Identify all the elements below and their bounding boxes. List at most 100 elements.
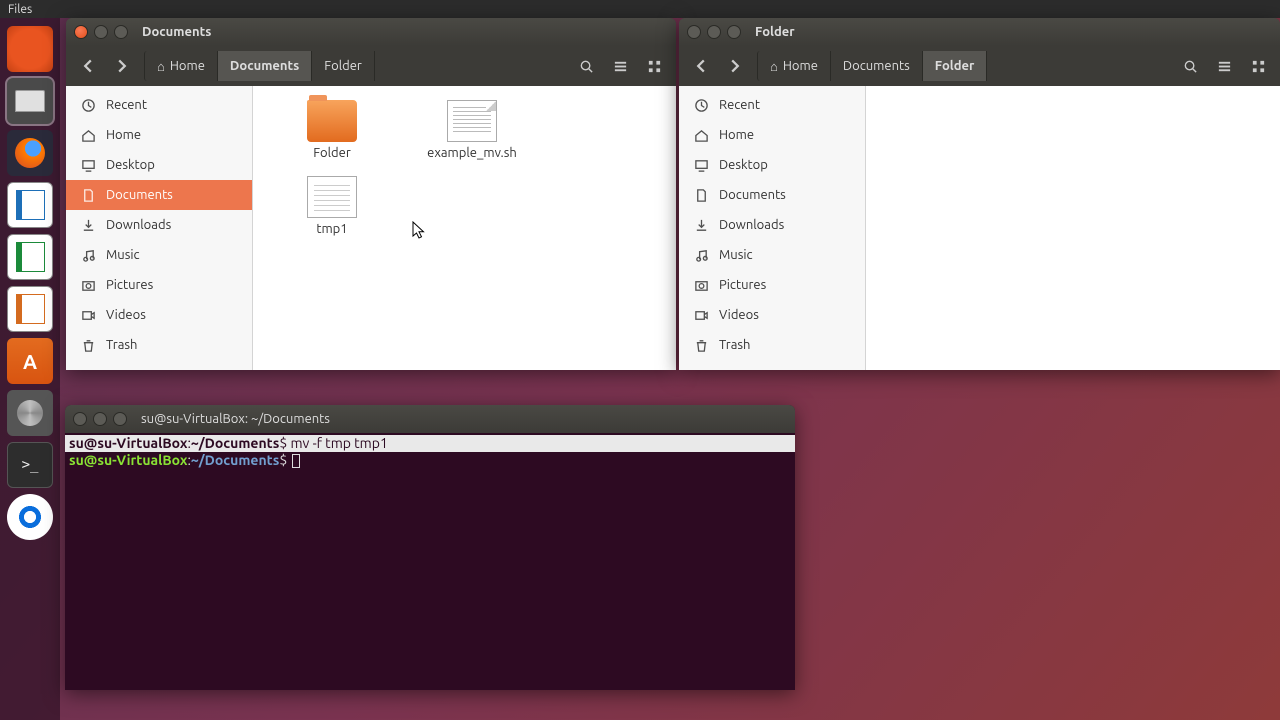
sidebar-item-home[interactable]: Home: [679, 120, 865, 150]
path-folder[interactable]: Folder: [312, 51, 375, 81]
terminal-title: su@su-VirtualBox: ~/Documents: [141, 412, 330, 426]
trash-icon: [80, 338, 96, 353]
sidebar-item-label: Home: [106, 128, 141, 142]
terminal-line: su@su-VirtualBox:~/Documents$: [65, 452, 795, 469]
launcher-settings-icon[interactable]: [7, 390, 53, 436]
launcher-firefox-icon[interactable]: [7, 130, 53, 176]
pictures-icon: [693, 278, 709, 293]
terminal-body[interactable]: su@su-VirtualBox:~/Documents$ mv -f tmp …: [65, 433, 795, 471]
menubar-app[interactable]: Files: [8, 3, 32, 16]
toolbar: ⌂Home Documents Folder: [66, 46, 676, 86]
pictures-icon: [80, 278, 96, 293]
documents-icon: [693, 188, 709, 203]
sidebar-item-desktop[interactable]: Desktop: [66, 150, 252, 180]
path-documents[interactable]: Documents: [218, 51, 312, 81]
view-list-button[interactable]: [604, 51, 636, 81]
path-bar: ⌂Home Documents Folder: [757, 51, 987, 81]
window-maximize-button[interactable]: [114, 25, 128, 39]
sidebar: Recent Home DesktopDocuments Downloads Music…: [66, 86, 253, 370]
launcher-calc-icon[interactable]: [7, 234, 53, 280]
sidebar-item-downloads[interactable]: Downloads: [679, 210, 865, 240]
sidebar-item-label: Home: [719, 128, 754, 142]
documents-icon: [80, 188, 96, 203]
sidebar-item-recent[interactable]: Recent: [679, 90, 865, 120]
text-icon: [307, 176, 357, 218]
sidebar-item-label: Music: [106, 248, 140, 262]
sidebar-item-label: Recent: [719, 98, 760, 112]
launcher-software-icon[interactable]: [7, 338, 53, 384]
sidebar-item-trash[interactable]: Trash: [679, 330, 865, 360]
files-window-folder: Folder ⌂Home Documents Folder Recent Home…: [679, 18, 1280, 370]
sidebar-item-label: Downloads: [106, 218, 171, 232]
forward-button[interactable]: [106, 51, 138, 81]
search-button[interactable]: [570, 51, 602, 81]
launcher-dash-icon[interactable]: [7, 26, 53, 72]
path-home[interactable]: ⌂Home: [144, 51, 218, 81]
window-close-button[interactable]: [687, 25, 701, 39]
sidebar-item-label: Recent: [106, 98, 147, 112]
window-minimize-button[interactable]: [93, 412, 107, 426]
path-home[interactable]: ⌂Home: [757, 51, 831, 81]
window-close-button[interactable]: [73, 412, 87, 426]
launcher-teamviewer-icon[interactable]: [7, 494, 53, 540]
sidebar-item-music[interactable]: Music: [66, 240, 252, 270]
sidebar-item-documents[interactable]: Documents: [66, 180, 252, 210]
sidebar-item-recent[interactable]: Recent: [66, 90, 252, 120]
launcher-terminal-icon[interactable]: [7, 442, 53, 488]
videos-icon: [693, 308, 709, 323]
launcher-impress-icon[interactable]: [7, 286, 53, 332]
titlebar[interactable]: su@su-VirtualBox: ~/Documents: [65, 405, 795, 433]
path-documents[interactable]: Documents: [831, 51, 923, 81]
view-list-button[interactable]: [1208, 51, 1240, 81]
downloads-icon: [693, 218, 709, 233]
downloads-icon: [80, 218, 96, 233]
sidebar-item-home[interactable]: Home: [66, 120, 252, 150]
window-title: Folder: [755, 25, 795, 39]
home-icon: [693, 128, 709, 143]
window-maximize-button[interactable]: [727, 25, 741, 39]
terminal-cursor: [292, 454, 300, 468]
search-button[interactable]: [1174, 51, 1206, 81]
desktop-icon: [693, 158, 709, 173]
window-minimize-button[interactable]: [707, 25, 721, 39]
sidebar-item-pictures[interactable]: Pictures: [66, 270, 252, 300]
file-content-area[interactable]: Folder example_mv.sh tmp1: [253, 86, 676, 370]
path-folder[interactable]: Folder: [923, 51, 988, 81]
file-item[interactable]: example_mv.sh: [417, 100, 527, 160]
terminal-line: su@su-VirtualBox:~/Documents$ mv -f tmp …: [65, 435, 795, 452]
files-window-documents: Documents ⌂Home Documents Folder Recent H…: [66, 18, 676, 370]
sidebar-item-desktop[interactable]: Desktop: [679, 150, 865, 180]
music-icon: [693, 248, 709, 263]
desktop-icon: [80, 158, 96, 173]
file-label: tmp1: [316, 222, 347, 236]
videos-icon: [80, 308, 96, 323]
sidebar-item-label: Music: [719, 248, 753, 262]
sidebar-item-trash[interactable]: Trash: [66, 330, 252, 360]
script-icon: [447, 100, 497, 142]
sidebar-item-videos[interactable]: Videos: [66, 300, 252, 330]
window-maximize-button[interactable]: [113, 412, 127, 426]
file-item[interactable]: tmp1: [277, 176, 387, 236]
launcher-files-icon[interactable]: [7, 78, 53, 124]
back-button[interactable]: [72, 51, 104, 81]
sidebar-item-pictures[interactable]: Pictures: [679, 270, 865, 300]
sidebar-item-videos[interactable]: Videos: [679, 300, 865, 330]
sidebar-item-music[interactable]: Music: [679, 240, 865, 270]
window-minimize-button[interactable]: [94, 25, 108, 39]
titlebar[interactable]: Documents: [66, 18, 676, 46]
back-button[interactable]: [685, 51, 717, 81]
window-title: Documents: [142, 25, 211, 39]
file-item[interactable]: Folder: [277, 100, 387, 160]
view-grid-button[interactable]: [638, 51, 670, 81]
file-content-area[interactable]: [866, 86, 1280, 370]
view-grid-button[interactable]: [1242, 51, 1274, 81]
sidebar-item-downloads[interactable]: Downloads: [66, 210, 252, 240]
sidebar-item-label: Videos: [719, 308, 759, 322]
window-close-button[interactable]: [74, 25, 88, 39]
sidebar-item-documents[interactable]: Documents: [679, 180, 865, 210]
launcher-writer-icon[interactable]: [7, 182, 53, 228]
forward-button[interactable]: [719, 51, 751, 81]
sidebar-item-label: Trash: [106, 338, 137, 352]
titlebar[interactable]: Folder: [679, 18, 1280, 46]
sidebar-item-label: Trash: [719, 338, 750, 352]
